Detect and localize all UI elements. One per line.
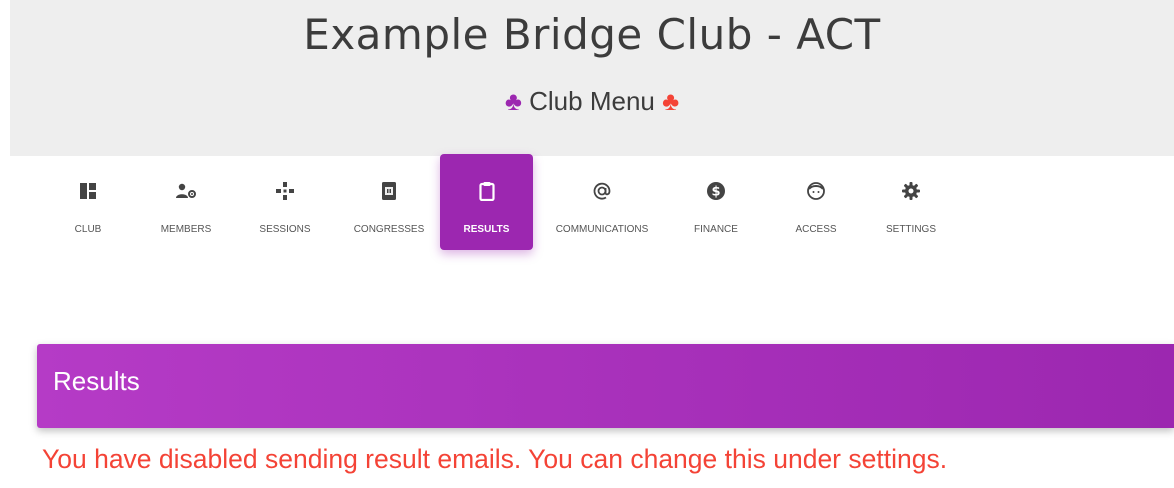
nav-label: ACCESS [795,224,837,235]
svg-text:$: $ [711,185,720,200]
club-suit-icon: ♣ [662,86,680,116]
nav-item-access[interactable]: ACCESS [776,154,856,250]
club-header: Example Bridge Club - ACT ♣ Club Menu ♣ [10,0,1174,156]
nav-label: CLUB [74,224,102,235]
calendar-icon [346,180,432,202]
nav-item-results[interactable]: RESULTS [440,154,533,250]
club-menu-label: Club Menu [529,86,655,116]
club-title: Example Bridge Club - ACT [303,10,881,59]
dashboard-icon [40,180,136,202]
club-suit-icon: ♣ [504,86,522,116]
nav-item-settings[interactable]: SETTINGS [870,154,952,250]
nav-item-communications[interactable]: COMMUNICATIONS [546,154,658,250]
email-disabled-warning: You have disabled sending result emails.… [42,444,948,474]
nav-label: FINANCE [694,224,738,235]
clipboard-icon [440,180,533,202]
face-icon [776,180,856,202]
results-title: Results [53,366,140,396]
nav-item-congresses[interactable]: CONGRESSES [346,154,432,250]
nav-item-finance[interactable]: $ FINANCE [674,154,758,250]
nav-label: RESULTS [463,224,510,235]
dollar-icon: $ [674,180,758,202]
nav-label: SESSIONS [259,224,311,235]
nav-item-sessions[interactable]: SESSIONS [246,154,324,250]
nav-label: CONGRESSES [353,224,425,235]
results-card-header: Results [37,344,1174,428]
club-menu-heading: ♣ Club Menu ♣ [10,86,1174,117]
nav-label: COMMUNICATIONS [555,224,649,235]
nav-label: MEMBERS [160,224,212,235]
nav-item-club[interactable]: CLUB [40,154,136,250]
members-settings-icon [146,180,226,202]
at-icon [546,180,658,202]
nav-label: SETTINGS [885,224,936,235]
sessions-icon [246,180,324,202]
nav-item-members[interactable]: MEMBERS [146,154,226,250]
gear-icon [870,180,952,202]
